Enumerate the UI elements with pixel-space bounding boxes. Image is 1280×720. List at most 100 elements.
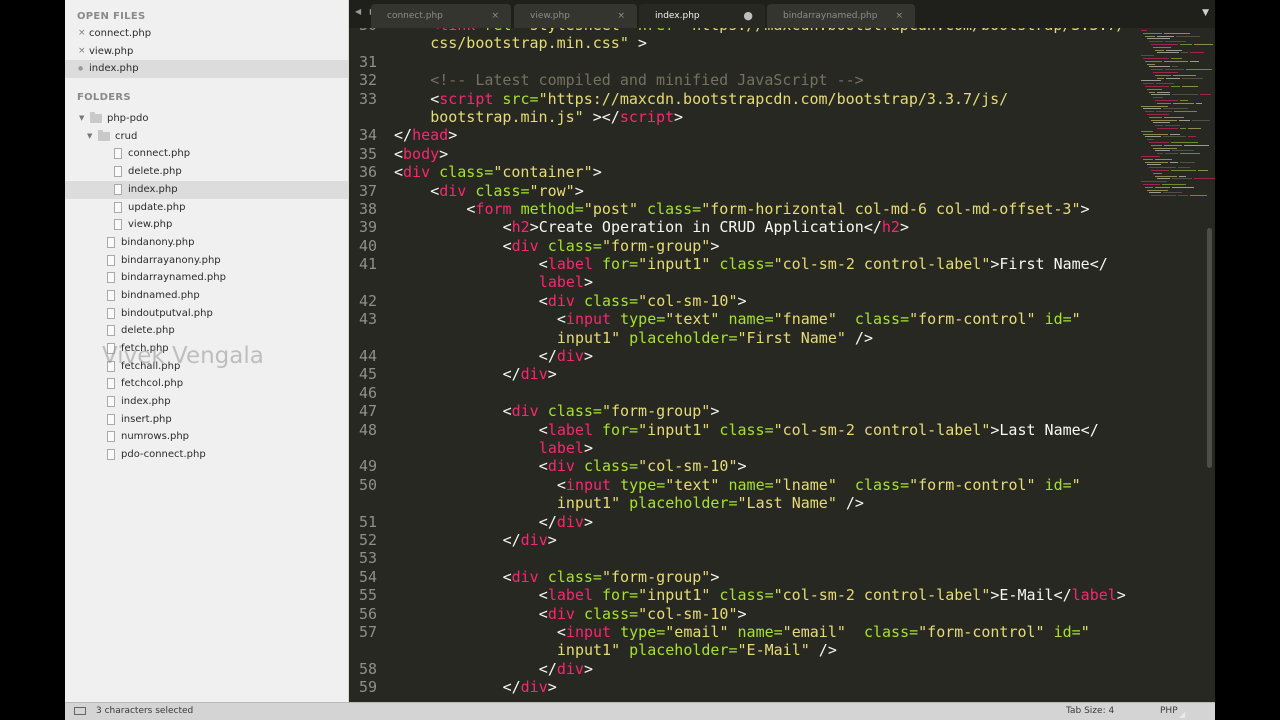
file-item[interactable]: delete.php <box>65 163 348 181</box>
code-token: h2 <box>881 218 900 237</box>
code-token: > <box>737 604 747 623</box>
line-text: <h2>Create Operation in CRUD Application… <box>503 218 909 236</box>
code-token: div <box>439 181 467 200</box>
open-file-item[interactable]: ● index.php <box>65 60 348 79</box>
close-icon[interactable]: × <box>78 25 86 43</box>
folder-tree: ▼ php-pdo ▼ crud connect.php delete.php index.… <box>65 110 348 464</box>
minimap-line <box>1147 38 1170 40</box>
code-token: "form-group" <box>601 236 711 255</box>
tab-view[interactable]: view.php × <box>514 4 637 28</box>
minimap-line <box>1149 192 1161 194</box>
code-token: id= <box>1035 475 1072 494</box>
code-token: div <box>520 530 548 549</box>
file-item[interactable]: fetch.php <box>65 340 348 358</box>
minimap-line <box>1143 58 1169 59</box>
minimap-line <box>1173 102 1194 104</box>
tab-index[interactable]: index.php ● <box>639 4 765 28</box>
code-token: "E-Mail" <box>737 641 810 660</box>
file-item[interactable]: view.php <box>65 216 348 234</box>
file-item[interactable]: pdo-connect.php <box>65 446 348 464</box>
minimap-line <box>1141 80 1161 82</box>
minimap-line <box>1147 88 1162 90</box>
file-item[interactable]: index.php <box>65 180 348 199</box>
code-token: >First Name</ <box>990 255 1108 274</box>
minimap[interactable] <box>1141 30 1215 200</box>
minimap-line <box>1153 122 1170 124</box>
minimap-line <box>1173 74 1196 76</box>
code-token: "text" <box>665 475 720 494</box>
code-token: "form-control" <box>918 622 1045 641</box>
code-line: bootstrap.min.js" ></script> <box>349 108 1139 126</box>
close-icon[interactable]: × <box>617 4 625 28</box>
minimap-line <box>1176 35 1200 37</box>
minimap-line <box>1171 142 1198 143</box>
file-item[interactable]: connect.php <box>65 145 348 163</box>
file-item[interactable]: index.php <box>65 393 348 411</box>
file-item[interactable]: insert.php <box>65 411 348 429</box>
close-icon[interactable]: × <box>491 4 499 28</box>
code-token: class= <box>710 255 774 274</box>
close-icon[interactable]: × <box>895 4 903 28</box>
file-label: index.php <box>121 396 171 408</box>
open-file-label: index.php <box>89 63 139 75</box>
file-item[interactable]: fetchall.php <box>65 358 348 376</box>
code-editor[interactable]: 30<link rel="stylesheet" href="https://m… <box>349 28 1215 702</box>
disclosure-triangle-icon[interactable]: ▼ <box>87 128 92 146</box>
line-number: 58 <box>358 659 377 678</box>
minimap-line <box>1157 102 1171 104</box>
minimap-line <box>1155 49 1164 51</box>
minimap-line <box>1165 125 1180 127</box>
close-icon[interactable]: × <box>78 43 86 61</box>
folder-item[interactable]: ▼ php-pdo <box>65 110 348 128</box>
file-icon <box>107 396 115 408</box>
syntax-indicator[interactable]: PHP <box>1160 703 1178 720</box>
tab-size-indicator[interactable]: Tab Size: 4 <box>1066 703 1114 720</box>
minimap-line <box>1165 41 1186 43</box>
open-file-label: connect.php <box>89 28 152 39</box>
file-item[interactable]: fetchcol.php <box>65 375 348 393</box>
file-item[interactable]: delete.php <box>65 322 348 340</box>
editor-scrollbar[interactable] <box>1207 228 1212 468</box>
code-token: placeholder= <box>620 641 738 660</box>
file-item[interactable]: update.php <box>65 199 348 217</box>
line-number: 34 <box>358 126 377 145</box>
file-item[interactable]: numrows.php <box>65 428 348 446</box>
line-text: <input type="email" name="email" class="… <box>557 623 1090 641</box>
file-item[interactable]: bindoutputval.php <box>65 305 348 323</box>
line-number: 59 <box>358 678 377 697</box>
tab-bindarraynamed[interactable]: bindarraynamed.php × <box>767 4 915 28</box>
dot-icon[interactable]: ● <box>78 60 83 78</box>
file-item[interactable]: bindarraynamed.php <box>65 269 348 287</box>
minimap-line <box>1163 136 1186 138</box>
open-file-item[interactable]: × view.php <box>65 43 348 61</box>
tab-connect[interactable]: connect.php × <box>371 4 511 28</box>
folder-item[interactable]: ▼ crud <box>65 128 348 146</box>
minimap-line <box>1155 186 1170 188</box>
code-token: class= <box>430 163 494 182</box>
code-token: class= <box>466 181 530 200</box>
code-lines: 30<link rel="stylesheet" href="https://m… <box>349 28 1139 696</box>
line-number: 52 <box>358 530 377 549</box>
line-text: <!-- Latest compiled and minified JavaSc… <box>430 71 863 89</box>
unsaved-dot-icon[interactable]: ● <box>743 4 753 28</box>
panel-toggle-icon[interactable] <box>74 707 86 715</box>
code-line: 47 <div class="form-group"> <box>349 402 1139 420</box>
code-line: 46 <box>349 384 1139 402</box>
code-token: > <box>737 291 747 310</box>
file-icon <box>107 413 115 425</box>
file-label: numrows.php <box>121 431 190 443</box>
tab-menu-arrow-icon[interactable]: ▼ <box>1202 8 1209 18</box>
file-item[interactable]: bindanony.php <box>65 234 348 252</box>
code-line: 42 <div class="col-sm-10"> <box>349 292 1139 310</box>
code-token: rel= <box>475 28 520 34</box>
file-item[interactable]: bindnamed.php <box>65 287 348 305</box>
file-item[interactable]: bindarrayanony.php <box>65 252 348 270</box>
minimap-line <box>1172 186 1194 188</box>
code-token: div <box>547 291 575 310</box>
minimap-line <box>1143 184 1160 185</box>
code-token: css/bootstrap.min.css" <box>430 34 629 53</box>
folder-label: php-pdo <box>107 113 149 125</box>
disclosure-triangle-icon[interactable]: ▼ <box>79 110 84 128</box>
line-number: 39 <box>358 218 377 237</box>
open-file-item[interactable]: × connect.php <box>65 25 348 43</box>
